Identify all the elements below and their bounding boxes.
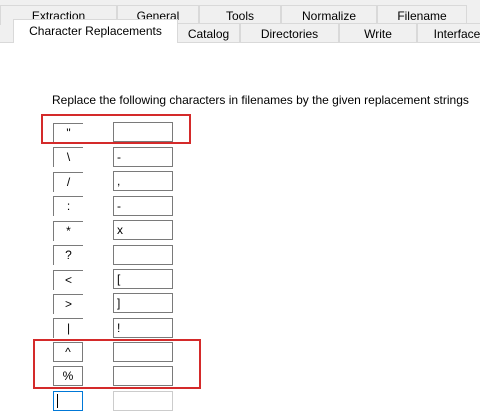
replacement-input-greater-than[interactable] xyxy=(113,293,173,313)
replacement-input-backslash[interactable] xyxy=(113,147,173,167)
char-label-colon: : xyxy=(53,196,83,216)
replacement-input-double-quote[interactable] xyxy=(113,122,173,142)
char-label-slash: / xyxy=(53,172,83,192)
char-label-question-mark: ? xyxy=(53,245,83,265)
char-input-caret[interactable]: ^ xyxy=(53,342,83,362)
replacement-input-less-than[interactable] xyxy=(113,269,173,289)
tab-directories[interactable]: Directories xyxy=(240,23,339,43)
text-caret xyxy=(57,393,58,408)
char-label-double-quote: " xyxy=(53,123,83,143)
tab-write[interactable]: Write xyxy=(339,23,417,43)
tab-character-replacements[interactable]: Character Replacements xyxy=(13,19,178,43)
char-label-asterisk: * xyxy=(53,221,83,241)
tab-normalize[interactable]: Normalize xyxy=(281,5,377,25)
replacement-input-colon[interactable] xyxy=(113,196,173,216)
replacement-input-percent[interactable] xyxy=(113,366,173,386)
replacement-input-question-mark[interactable] xyxy=(113,245,173,265)
instruction-text: Replace the following characters in file… xyxy=(52,93,469,107)
replacement-input-new[interactable] xyxy=(113,391,173,411)
replacement-input-slash[interactable] xyxy=(113,171,173,191)
tab-interface[interactable]: Interface xyxy=(417,23,480,43)
tab-catalog[interactable]: Catalog xyxy=(177,23,240,43)
tab-tools[interactable]: Tools xyxy=(199,5,281,25)
replacement-input-asterisk[interactable] xyxy=(113,220,173,240)
char-input-percent[interactable]: % xyxy=(53,366,83,386)
tab-filename[interactable]: Filename xyxy=(377,5,467,25)
replacement-input-pipe[interactable] xyxy=(113,318,173,338)
replacement-input-caret[interactable] xyxy=(113,342,173,362)
char-input-new[interactable] xyxy=(53,391,83,411)
char-label-backslash: \ xyxy=(53,147,83,167)
char-label-less-than: < xyxy=(53,270,83,290)
char-label-pipe: | xyxy=(53,318,83,338)
char-label-greater-than: > xyxy=(53,294,83,314)
